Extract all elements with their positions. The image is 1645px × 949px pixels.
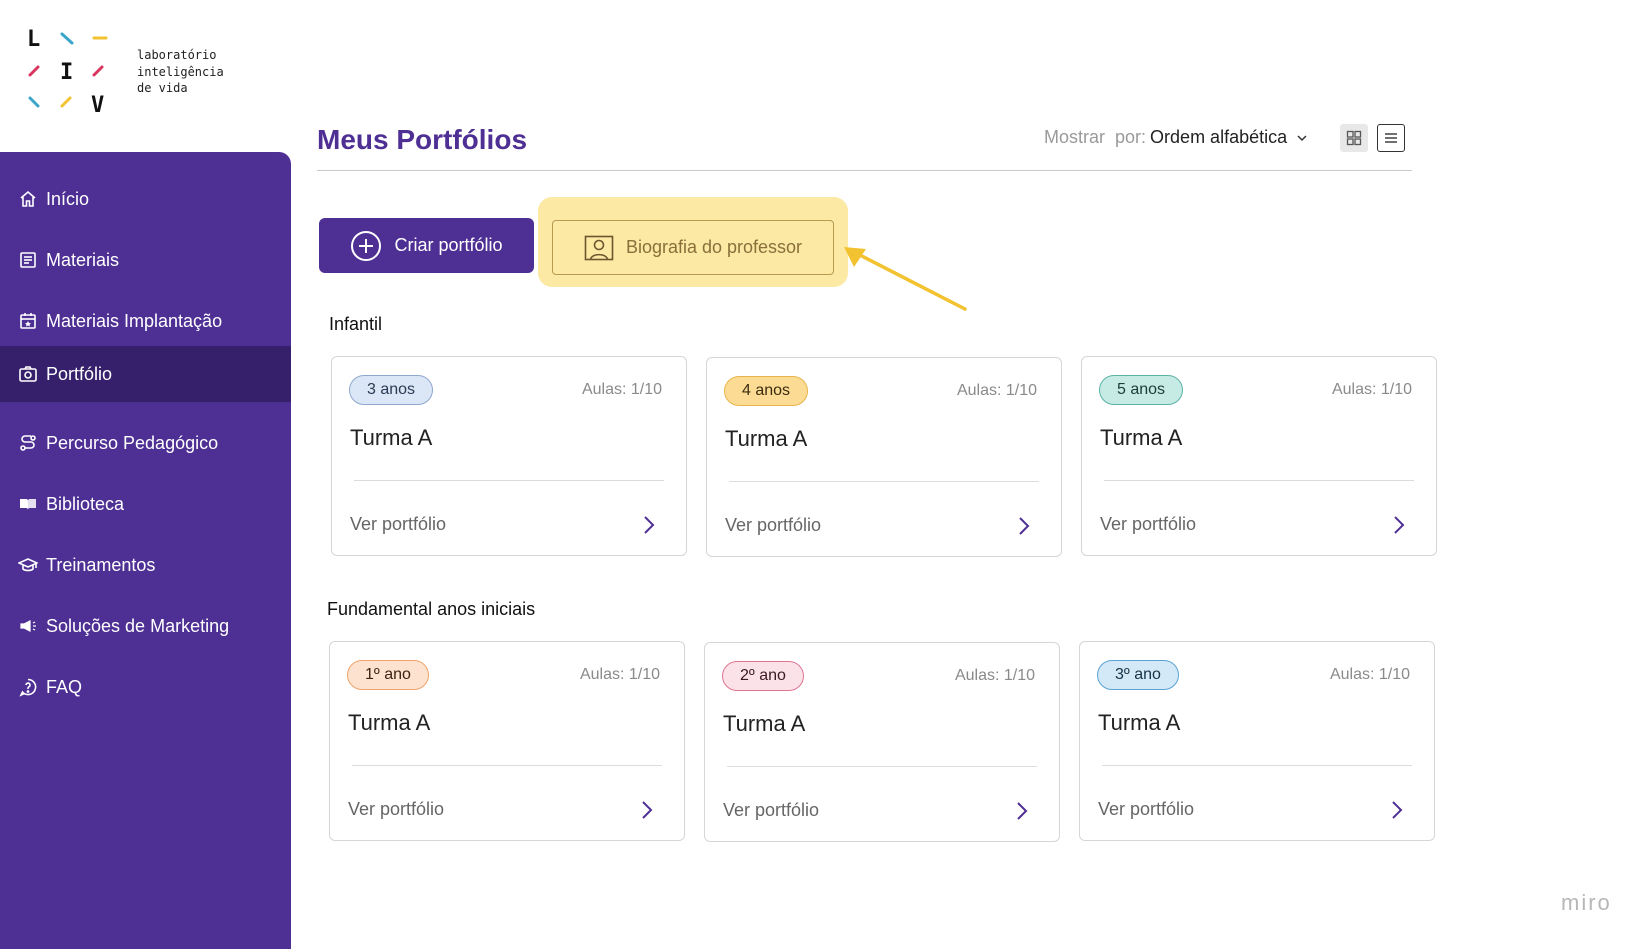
sidebar-item-label: Materiais bbox=[46, 249, 120, 270]
book-icon bbox=[20, 499, 36, 510]
grade-badge: 1º ano bbox=[347, 660, 429, 690]
sidebar-item-solucoes-marketing[interactable]: Soluções de Marketing bbox=[0, 598, 291, 654]
sidebar-item-faq[interactable]: FAQ bbox=[0, 659, 291, 715]
sidebar: Início Materiais Materiais Implantação P… bbox=[0, 152, 291, 949]
sort-value: Ordem alfabética bbox=[1150, 127, 1288, 147]
sidebar-item-portfolio[interactable]: Portfólio bbox=[0, 346, 291, 402]
calendar-star-icon bbox=[20, 313, 36, 329]
create-portfolio-label: Criar portfólio bbox=[394, 235, 503, 255]
sidebar-item-label: Biblioteca bbox=[46, 493, 125, 514]
grid-icon bbox=[1346, 130, 1362, 146]
card-divider bbox=[1102, 765, 1412, 766]
lessons-count: Aulas: 1/10 bbox=[1329, 666, 1410, 683]
portfolio-card[interactable]: 3 anos Aulas: 1/10 Turma A Ver portfólio bbox=[331, 356, 687, 556]
view-portfolio-link[interactable]: Ver portfólio bbox=[1098, 799, 1194, 820]
grid-view-button[interactable] bbox=[1340, 124, 1368, 152]
teacher-bio-button[interactable]: Biografia do professor bbox=[552, 220, 834, 275]
age-badge: 4 anos bbox=[724, 376, 809, 406]
age-badge: 5 anos bbox=[1099, 375, 1184, 405]
sidebar-item-label: Materiais Implantação bbox=[46, 310, 223, 331]
chevron-right-icon[interactable] bbox=[642, 514, 656, 536]
chevron-right-icon[interactable] bbox=[1390, 799, 1404, 821]
miro-watermark: miro bbox=[1561, 890, 1612, 915]
sort-label-por: por: bbox=[1115, 127, 1147, 147]
view-portfolio-link[interactable]: Ver portfólio bbox=[725, 515, 821, 536]
sidebar-item-inicio[interactable]: Início bbox=[0, 171, 291, 227]
lessons-count: Aulas: 1/10 bbox=[954, 667, 1035, 684]
view-portfolio-link[interactable]: Ver portfólio bbox=[723, 800, 819, 821]
portfolio-card[interactable]: 1º ano Aulas: 1/10 Turma A Ver portfólio bbox=[329, 641, 685, 841]
view-portfolio-link[interactable]: Ver portfólio bbox=[350, 514, 446, 535]
camera-icon bbox=[19, 366, 37, 382]
sidebar-item-percurso-pedagogico[interactable]: Percurso Pedagógico bbox=[0, 415, 291, 471]
sidebar-item-label: FAQ bbox=[46, 676, 83, 697]
lessons-count: Aulas: 1/10 bbox=[581, 381, 662, 398]
home-icon bbox=[20, 190, 36, 207]
portfolio-card[interactable]: 5 anos Aulas: 1/10 Turma A Ver portfólio bbox=[1081, 356, 1437, 556]
sidebar-item-materiais-implantacao[interactable]: Materiais Implantação bbox=[0, 293, 291, 349]
lessons-count: Aulas: 1/10 bbox=[1331, 381, 1412, 398]
sidebar-item-treinamentos[interactable]: Treinamentos bbox=[0, 537, 291, 593]
sort-label: Mostrar bbox=[1044, 127, 1106, 147]
sidebar-item-biblioteca[interactable]: Biblioteca bbox=[0, 476, 291, 532]
logo-letter-i: I bbox=[60, 60, 73, 85]
liv-logo: L I V bbox=[27, 27, 108, 114]
document-icon bbox=[20, 252, 36, 268]
sidebar-item-materiais[interactable]: Materiais bbox=[0, 232, 291, 288]
class-name: Turma A bbox=[725, 426, 808, 451]
age-badge: 3 anos bbox=[349, 375, 434, 405]
logo-area: L I V laboratório inteligência de vida bbox=[0, 0, 291, 152]
sidebar-item-label: Portfólio bbox=[46, 363, 113, 384]
sidebar-item-label: Percurso Pedagógico bbox=[46, 432, 219, 453]
graduation-cap-icon bbox=[18, 558, 38, 572]
chevron-right-icon[interactable] bbox=[640, 799, 654, 821]
route-icon bbox=[20, 435, 36, 451]
logo-letter-l: L bbox=[27, 27, 40, 52]
megaphone-icon bbox=[20, 620, 36, 632]
card-divider bbox=[1104, 480, 1414, 481]
lessons-count: Aulas: 1/10 bbox=[956, 382, 1037, 399]
logo-text: laboratório inteligência de vida bbox=[137, 48, 224, 95]
card-divider bbox=[352, 765, 662, 766]
plus-circle-icon bbox=[351, 230, 382, 261]
class-name: Turma A bbox=[348, 710, 431, 735]
class-name: Turma A bbox=[1098, 710, 1181, 735]
lessons-count: Aulas: 1/10 bbox=[579, 666, 660, 683]
chevron-down-icon bbox=[1297, 134, 1307, 141]
create-portfolio-button[interactable]: Criar portfólio bbox=[319, 218, 534, 273]
chevron-right-icon[interactable] bbox=[1017, 515, 1031, 537]
header-divider bbox=[317, 170, 1412, 171]
class-name: Turma A bbox=[1100, 425, 1183, 450]
section-title-fundamental: Fundamental anos iniciais bbox=[327, 599, 536, 619]
portfolio-card[interactable]: 4 anos Aulas: 1/10 Turma A Ver portfólio bbox=[706, 357, 1062, 557]
page-title: Meus Portfólios bbox=[317, 124, 528, 155]
chevron-right-icon[interactable] bbox=[1392, 514, 1406, 536]
list-view-button[interactable] bbox=[1377, 124, 1405, 152]
chevron-right-icon[interactable] bbox=[1015, 800, 1029, 822]
portfolio-card[interactable]: 2º ano Aulas: 1/10 Turma A Ver portfólio bbox=[704, 642, 1060, 842]
class-name: Turma A bbox=[723, 711, 806, 736]
view-portfolio-link[interactable]: Ver portfólio bbox=[1100, 514, 1196, 535]
section-title-infantil: Infantil bbox=[329, 314, 383, 334]
teacher-bio-label: Biografia do professor bbox=[625, 237, 803, 257]
class-name: Turma A bbox=[350, 425, 433, 450]
sidebar-item-label: Treinamentos bbox=[46, 554, 156, 575]
annotation-arrow bbox=[844, 247, 967, 311]
grade-badge: 2º ano bbox=[722, 661, 804, 691]
portfolio-card[interactable]: 3º ano Aulas: 1/10 Turma A Ver portfólio bbox=[1079, 641, 1435, 841]
list-icon bbox=[1385, 133, 1397, 143]
sidebar-item-label: Soluções de Marketing bbox=[46, 615, 230, 636]
logo-letter-v: V bbox=[91, 93, 104, 114]
grade-badge: 3º ano bbox=[1097, 660, 1179, 690]
help-icon bbox=[19, 678, 37, 697]
card-divider bbox=[354, 480, 664, 481]
portrait-icon bbox=[584, 235, 614, 260]
view-portfolio-link[interactable]: Ver portfólio bbox=[348, 799, 444, 820]
sidebar-item-label: Início bbox=[46, 188, 90, 209]
sort-dropdown[interactable]: Mostrar por: Ordem alfabética bbox=[1044, 127, 1309, 148]
card-divider bbox=[727, 766, 1037, 767]
card-divider bbox=[729, 481, 1039, 482]
